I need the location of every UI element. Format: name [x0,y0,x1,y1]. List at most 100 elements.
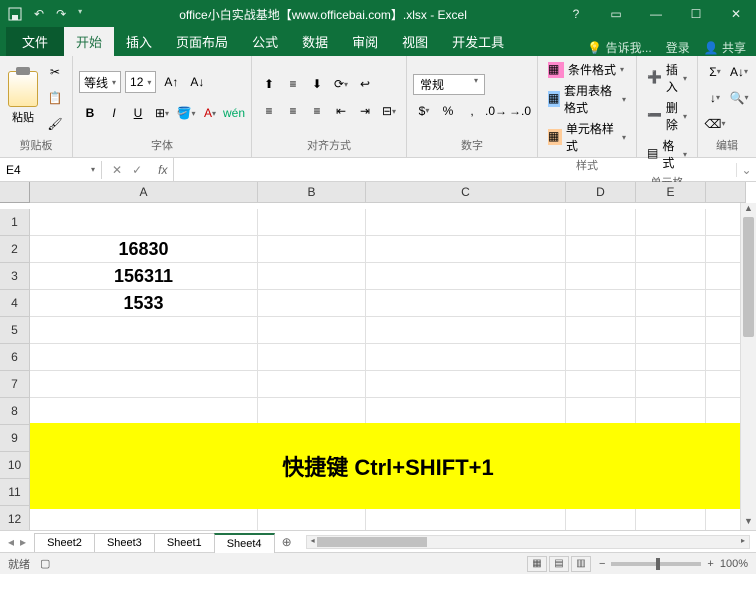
row-header-1[interactable]: 1 [0,209,30,236]
tab-data[interactable]: 数据 [290,27,340,56]
scroll-right-icon[interactable]: ▸ [737,536,749,548]
cell-D7[interactable] [566,371,636,398]
align-middle-icon[interactable]: ≡ [282,73,304,95]
format-cells-button[interactable]: ▤格式▾ [643,136,691,172]
table-format-button[interactable]: ▦套用表格格式▾ [544,81,630,117]
cell-B2[interactable] [258,236,366,263]
wrap-text-icon[interactable]: ↩ [354,73,376,95]
sheet-tab-Sheet2[interactable]: Sheet2 [34,533,95,552]
cell-E7[interactable] [636,371,706,398]
close-button[interactable]: ✕ [716,7,756,21]
cell-B3[interactable] [258,263,366,290]
tab-page-layout[interactable]: 页面布局 [164,27,240,56]
cell-B5[interactable] [258,317,366,344]
row-header-6[interactable]: 6 [0,344,30,371]
italic-button[interactable]: I [103,102,125,124]
tab-formulas[interactable]: 公式 [240,27,290,56]
confirm-formula-icon[interactable]: ✓ [132,163,142,177]
sheet-tab-Sheet1[interactable]: Sheet1 [154,533,215,552]
number-format-select[interactable]: 常规▾ [413,74,485,95]
zoom-percent[interactable]: 100% [720,558,748,570]
phonetic-button[interactable]: wén [223,102,245,124]
comma-format-icon[interactable]: , [461,100,483,122]
cell-D5[interactable] [566,317,636,344]
login-link[interactable]: 登录 [666,39,690,56]
scroll-thumb[interactable] [743,217,754,337]
cell-B7[interactable] [258,371,366,398]
cell-A12[interactable] [30,506,258,530]
ribbon-display-icon[interactable]: ▭ [596,7,636,21]
cell-E5[interactable] [636,317,706,344]
cell-C6[interactable] [366,344,566,371]
macro-record-icon[interactable]: ▢ [40,557,50,570]
cell-E1[interactable] [636,209,706,236]
row-header-7[interactable]: 7 [0,371,30,398]
cell-E12[interactable] [636,506,706,530]
sheet-tab-Sheet4[interactable]: Sheet4 [214,533,275,553]
sheet-nav-prev-icon[interactable]: ◂ [8,535,14,549]
col-header-D[interactable]: D [566,182,636,203]
name-box[interactable]: E4▾ [0,161,102,179]
decrease-font-icon[interactable]: A↓ [186,71,208,93]
font-name-select[interactable]: 等线▾ [79,71,121,93]
zoom-out-button[interactable]: − [599,558,605,570]
cell-B4[interactable] [258,290,366,317]
increase-decimal-icon[interactable]: .0→ [485,100,507,122]
increase-indent-icon[interactable]: ⇥ [354,100,376,122]
page-break-view-icon[interactable]: ▥ [571,556,591,572]
cell-B8[interactable] [258,398,366,425]
cell-B1[interactable] [258,209,366,236]
cell-A2[interactable]: 16830 [30,236,258,263]
redo-icon[interactable]: ↷ [56,7,66,21]
cell-C3[interactable] [366,263,566,290]
cell-D3[interactable] [566,263,636,290]
align-right-icon[interactable]: ≡ [306,100,328,122]
scroll-up-icon[interactable]: ▲ [741,203,756,217]
cell-styles-button[interactable]: ▦单元格样式▾ [544,119,630,155]
tell-me[interactable]: 💡 告诉我... [587,39,651,56]
cell-E6[interactable] [636,344,706,371]
cell-A5[interactable] [30,317,258,344]
cell-E8[interactable] [636,398,706,425]
clear-icon[interactable]: ⌫▾ [704,113,726,135]
font-color-button[interactable]: A▾ [199,102,221,124]
row-header-8[interactable]: 8 [0,398,30,425]
fx-icon[interactable]: fx [152,158,174,181]
cell-A6[interactable] [30,344,258,371]
find-select-icon[interactable]: 🔍▾ [728,87,750,109]
cell-A8[interactable] [30,398,258,425]
horizontal-scrollbar[interactable]: ◂ ▸ [306,535,750,549]
qat-customize-icon[interactable]: ▾ [78,7,82,21]
page-layout-view-icon[interactable]: ▤ [549,556,569,572]
col-header-A[interactable]: A [30,182,258,203]
tab-developer[interactable]: 开发工具 [440,27,516,56]
accounting-format-icon[interactable]: $▾ [413,100,435,122]
cell-E3[interactable] [636,263,706,290]
row-header-12[interactable]: 12 [0,506,30,530]
tab-home[interactable]: 开始 [64,27,114,56]
cell-A3[interactable]: 156311 [30,263,258,290]
cell-C7[interactable] [366,371,566,398]
align-top-icon[interactable]: ⬆ [258,73,280,95]
tab-view[interactable]: 视图 [390,27,440,56]
cut-icon[interactable]: ✂ [44,61,66,83]
cell-D4[interactable] [566,290,636,317]
align-bottom-icon[interactable]: ⬇ [306,73,328,95]
fill-color-button[interactable]: 🪣▾ [175,102,197,124]
cell-D12[interactable] [566,506,636,530]
scroll-down-icon[interactable]: ▼ [741,516,756,530]
sheet-tab-Sheet3[interactable]: Sheet3 [94,533,155,552]
format-painter-icon[interactable]: 🖌 [44,113,66,135]
expand-formula-icon[interactable]: ⌄ [736,163,756,177]
row-header-10[interactable]: 10 [0,452,30,479]
maximize-button[interactable]: ☐ [676,7,716,21]
decrease-decimal-icon[interactable]: →.0 [509,100,531,122]
border-button[interactable]: ⊞▾ [151,102,173,124]
cell-C4[interactable] [366,290,566,317]
cell-C8[interactable] [366,398,566,425]
percent-format-icon[interactable]: % [437,100,459,122]
tab-insert[interactable]: 插入 [114,27,164,56]
vertical-scrollbar[interactable]: ▲ ▼ [740,203,756,530]
decrease-indent-icon[interactable]: ⇤ [330,100,352,122]
row-header-11[interactable]: 11 [0,479,30,506]
